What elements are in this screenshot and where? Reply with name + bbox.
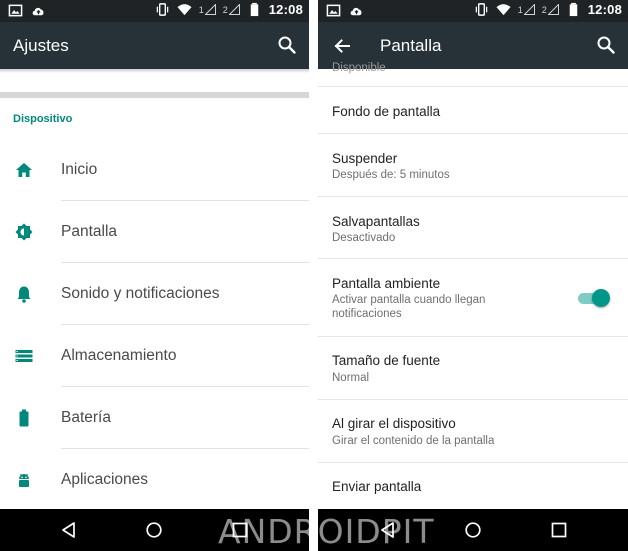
section-divider: [0, 92, 309, 98]
status-bar: 1 2 12:08: [0, 0, 309, 22]
cloud-upload-icon: [32, 7, 44, 16]
battery-icon: [19, 409, 29, 427]
display-item-title: Salvapantallas: [332, 214, 420, 229]
settings-item-label: Aplicaciones: [61, 471, 149, 488]
recents-nav-icon[interactable]: [550, 521, 568, 539]
display-item-enviar[interactable]: Enviar pantalla: [318, 463, 628, 509]
section-header: Dispositivo: [13, 113, 73, 125]
clock: 12:08: [268, 2, 303, 17]
back-arrow-icon[interactable]: [332, 36, 352, 56]
android-icon: [19, 473, 29, 487]
vibrate-icon: [475, 3, 487, 16]
partial-item-subtitle: Disponible: [332, 62, 386, 74]
display-item-girar[interactable]: Al girar el dispositivo Girar el conteni…: [318, 400, 628, 463]
sim2-signal: 2: [542, 4, 559, 15]
display-item-fondo[interactable]: Fondo de pantalla: [318, 87, 628, 134]
display-item-title: Suspender: [332, 151, 398, 166]
display-item-subtitle: Desactivado: [332, 232, 396, 244]
display-item-title: Fondo de pantalla: [332, 104, 441, 119]
settings-item-label: Sonido y notificaciones: [61, 285, 220, 302]
page-title: Pantalla: [380, 36, 442, 55]
home-nav-icon[interactable]: [145, 521, 163, 539]
toggle-thumb: [592, 289, 610, 307]
sim1-signal: 1: [199, 4, 216, 15]
image-notification-icon: [326, 4, 341, 17]
display-item-title: Pantalla ambiente: [332, 276, 441, 291]
app-bar-shadow: [0, 69, 309, 73]
page-title: Ajustes: [13, 36, 69, 55]
sim1-signal: 1: [518, 4, 535, 15]
screen-gap: [309, 0, 318, 551]
display-settings-screen: 1 2 12:08 Pantalla Fondo de pantalla Sus…: [318, 0, 628, 551]
cloud-upload-icon: [350, 7, 362, 16]
brightness-icon: [15, 223, 33, 241]
search-icon[interactable]: [277, 35, 297, 55]
vibrate-icon: [156, 3, 168, 16]
display-item-subtitle: Después de: 5 minutos: [332, 169, 450, 181]
image-notification-icon: [8, 4, 23, 17]
settings-item-almacenamiento[interactable]: Almacenamiento: [0, 325, 309, 387]
wifi-icon: [496, 4, 511, 16]
battery-status-icon: [250, 2, 258, 17]
settings-item-aplicaciones[interactable]: Aplicaciones: [0, 449, 309, 511]
search-icon[interactable]: [596, 35, 616, 55]
ambient-display-toggle[interactable]: [576, 288, 610, 308]
display-item-salvapantallas[interactable]: Salvapantallas Desactivado: [318, 197, 628, 259]
home-icon: [16, 163, 32, 177]
display-item-title: Tamaño de fuente: [332, 353, 441, 368]
settings-item-label: Inicio: [61, 161, 98, 178]
wifi-icon: [177, 4, 192, 16]
settings-item-label: Almacenamiento: [61, 347, 177, 364]
bell-icon: [17, 286, 31, 303]
display-item-subtitle: Activar pantalla cuando llegan notificac…: [332, 294, 486, 320]
app-bar: Ajustes: [0, 22, 309, 69]
settings-item-label: Pantalla: [61, 223, 118, 240]
status-bar: 1 2 12:08: [318, 0, 628, 22]
back-nav-icon[interactable]: [60, 521, 78, 539]
watermark: ANDROIDPIT: [218, 512, 435, 551]
sim2-signal: 2: [223, 4, 240, 15]
display-item-suspender[interactable]: Suspender Después de: 5 minutos: [318, 134, 628, 197]
clock: 12:08: [587, 2, 622, 17]
settings-item-sonido[interactable]: Sonido y notificaciones: [0, 263, 309, 325]
storage-icon: [15, 350, 33, 362]
display-item-ambiente[interactable]: Pantalla ambiente Activar pantalla cuand…: [318, 259, 628, 337]
display-item-title: Al girar el dispositivo: [332, 416, 456, 431]
display-item-title: Enviar pantalla: [332, 479, 422, 494]
display-item-tamano-fuente[interactable]: Tamaño de fuente Normal: [318, 337, 628, 400]
display-item-subtitle: Normal: [332, 372, 370, 384]
settings-item-inicio[interactable]: Inicio: [0, 139, 309, 201]
settings-item-label: Batería: [61, 409, 111, 426]
home-nav-icon[interactable]: [464, 521, 482, 539]
display-item-subtitle: Girar el contenido de la pantalla: [332, 435, 495, 447]
settings-item-pantalla[interactable]: Pantalla: [0, 201, 309, 263]
settings-item-bateria[interactable]: Batería: [0, 387, 309, 449]
settings-screen: 1 2 12:08 Ajustes Dispositivo Inicio Pan…: [0, 0, 309, 551]
battery-status-icon: [569, 2, 577, 17]
